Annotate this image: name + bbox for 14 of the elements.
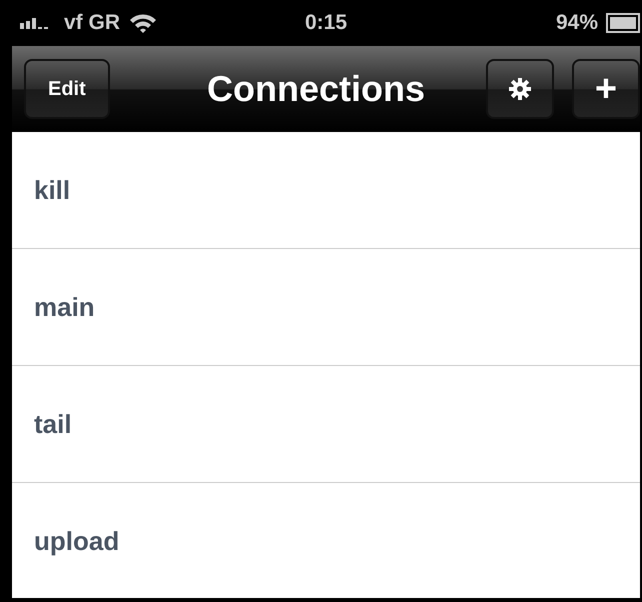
battery-icon <box>606 13 640 33</box>
connection-item[interactable]: main <box>12 249 640 366</box>
connection-item[interactable]: kill <box>12 132 640 249</box>
carrier-name: vf GR <box>64 11 120 35</box>
screen-title: Connections <box>207 68 426 110</box>
clock-time: 0:15 <box>304 11 348 35</box>
connection-item[interactable]: upload <box>12 483 640 598</box>
connection-item[interactable]: tail <box>12 366 640 483</box>
edit-button[interactable]: Edit <box>24 59 110 119</box>
wifi-icon <box>128 12 158 34</box>
battery-percent: 94% <box>556 11 598 35</box>
settings-button[interactable] <box>486 59 554 119</box>
settings-icon <box>509 78 531 100</box>
add-button[interactable]: + <box>572 59 640 119</box>
